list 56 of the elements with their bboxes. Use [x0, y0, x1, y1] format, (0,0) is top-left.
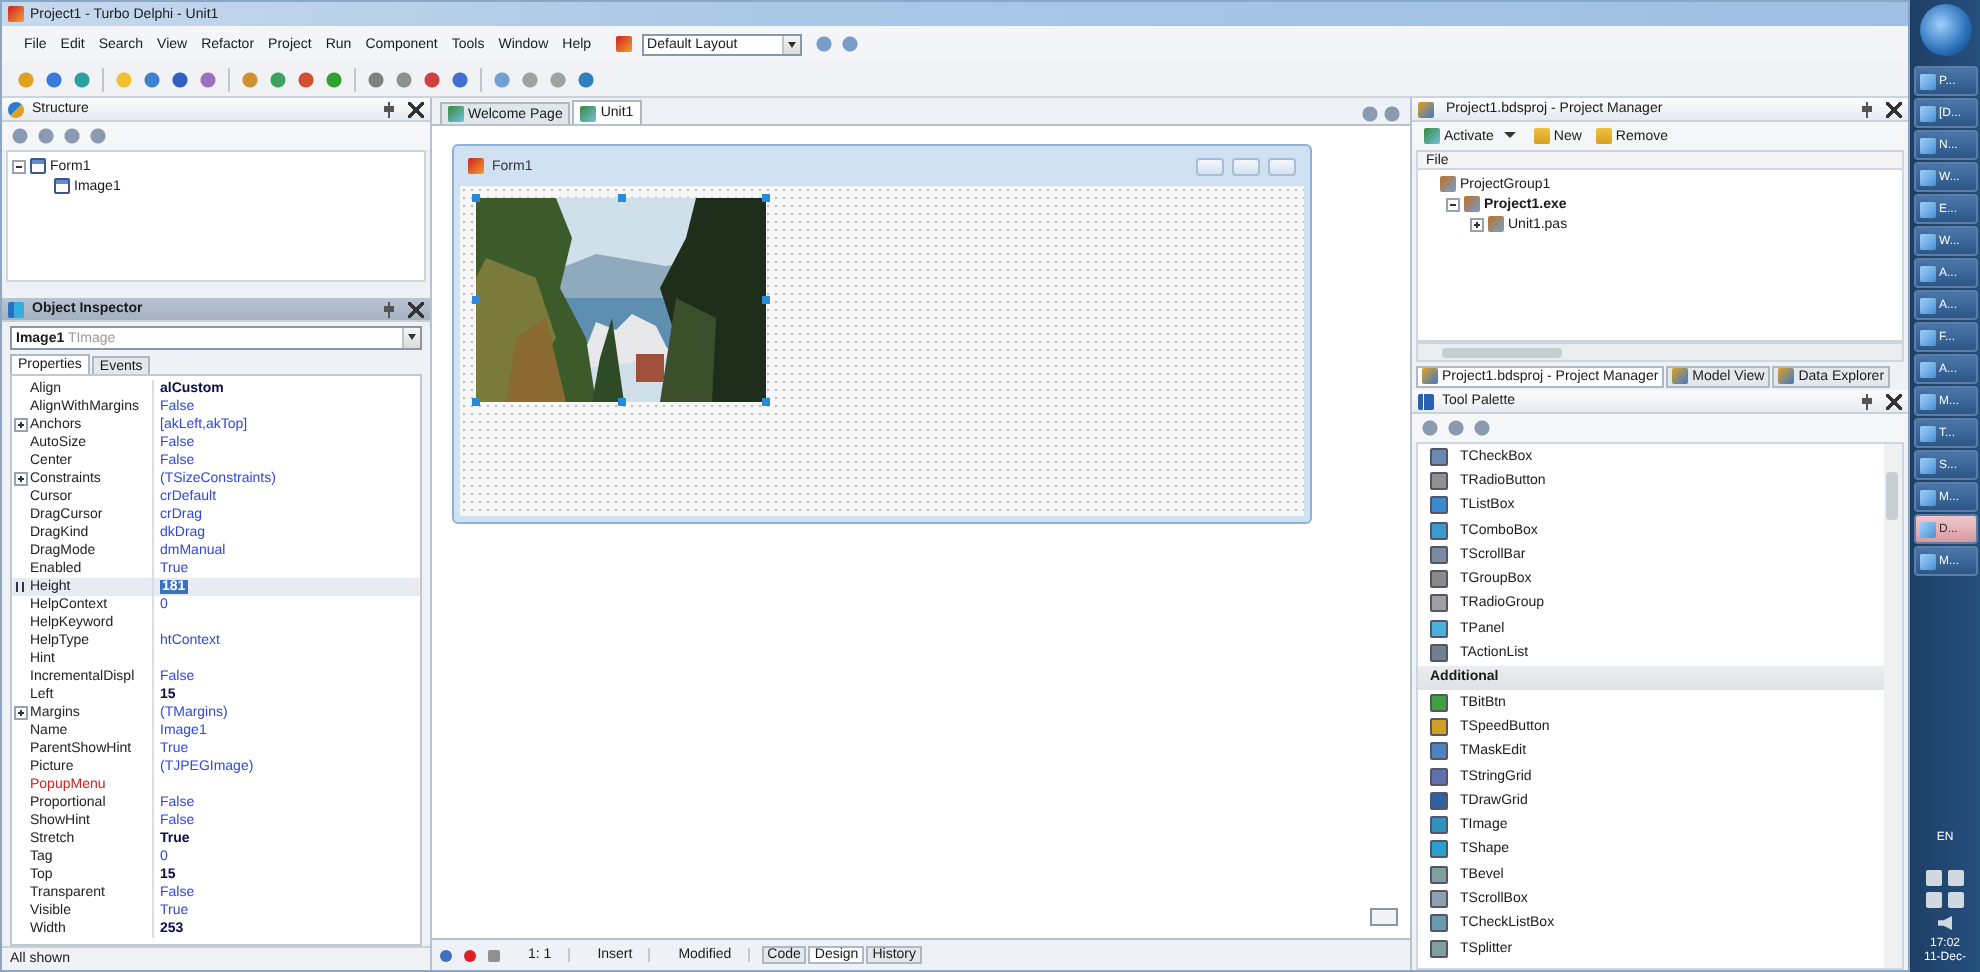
toolbar-button[interactable]: [518, 67, 542, 91]
toolbar-button[interactable]: [448, 67, 472, 91]
pin-button[interactable]: [384, 301, 394, 317]
dropdown-button[interactable]: [1503, 130, 1516, 142]
window-button[interactable]: [1232, 157, 1260, 175]
expand-toggle[interactable]: [14, 418, 28, 432]
resize-handle[interactable]: [617, 194, 625, 202]
resize-handle[interactable]: [472, 194, 480, 202]
close-button[interactable]: [1886, 393, 1902, 409]
toolbar-button[interactable]: [42, 67, 66, 91]
toolbar-button[interactable]: [294, 67, 318, 91]
grid-icon: [488, 949, 500, 961]
window-button[interactable]: [1268, 157, 1296, 175]
close-button[interactable]: [408, 301, 424, 317]
resize-handle[interactable]: [472, 296, 480, 304]
expand-toggle[interactable]: [14, 472, 28, 486]
close-button[interactable]: [408, 101, 424, 117]
toolbar-button[interactable]: [1370, 908, 1398, 926]
inspector-icon: [8, 301, 24, 317]
app-icon: [468, 158, 484, 174]
toolbar-button[interactable]: [546, 67, 570, 91]
resize-handle[interactable]: [617, 398, 625, 406]
volume-icon[interactable]: [1938, 916, 1952, 930]
resize-handle[interactable]: [762, 398, 770, 406]
toolbar-button[interactable]: [420, 67, 444, 91]
palette-icon: [1418, 393, 1434, 409]
app-icon: [8, 6, 24, 22]
close-button[interactable]: [1886, 101, 1902, 117]
current-row-icon: [15, 582, 27, 592]
pin-button[interactable]: [1862, 393, 1872, 409]
resize-handle[interactable]: [762, 296, 770, 304]
window-button[interactable]: [1196, 157, 1224, 175]
pin-button[interactable]: [384, 101, 394, 117]
pin-button[interactable]: [1862, 101, 1872, 117]
toolbar-button[interactable]: [322, 67, 346, 91]
toolbar-button[interactable]: [490, 67, 514, 91]
expand-toggle[interactable]: [14, 706, 28, 720]
resize-handle[interactable]: [762, 194, 770, 202]
toolbar-button[interactable]: [140, 67, 164, 91]
expand-toggle[interactable]: [1446, 197, 1460, 211]
structure-icon: [8, 101, 24, 117]
project-icon: [1418, 101, 1434, 117]
toolbar-button[interactable]: [574, 67, 598, 91]
app-icon: [615, 36, 632, 52]
toolbar-button[interactable]: [266, 67, 290, 91]
toolbar-button[interactable]: [168, 67, 192, 91]
horizontal-scrollbar[interactable]: [1416, 342, 1904, 362]
resize-handle[interactable]: [472, 398, 480, 406]
expand-toggle[interactable]: [12, 159, 26, 173]
start-button[interactable]: [1919, 4, 1971, 56]
toolbar-button[interactable]: [392, 67, 416, 91]
expand-toggle[interactable]: [1470, 217, 1484, 231]
toolbar-button[interactable]: [196, 67, 220, 91]
toolbar-button[interactable]: [364, 67, 388, 91]
toolbar-button[interactable]: [70, 67, 94, 91]
toolbar-button[interactable]: [238, 67, 262, 91]
